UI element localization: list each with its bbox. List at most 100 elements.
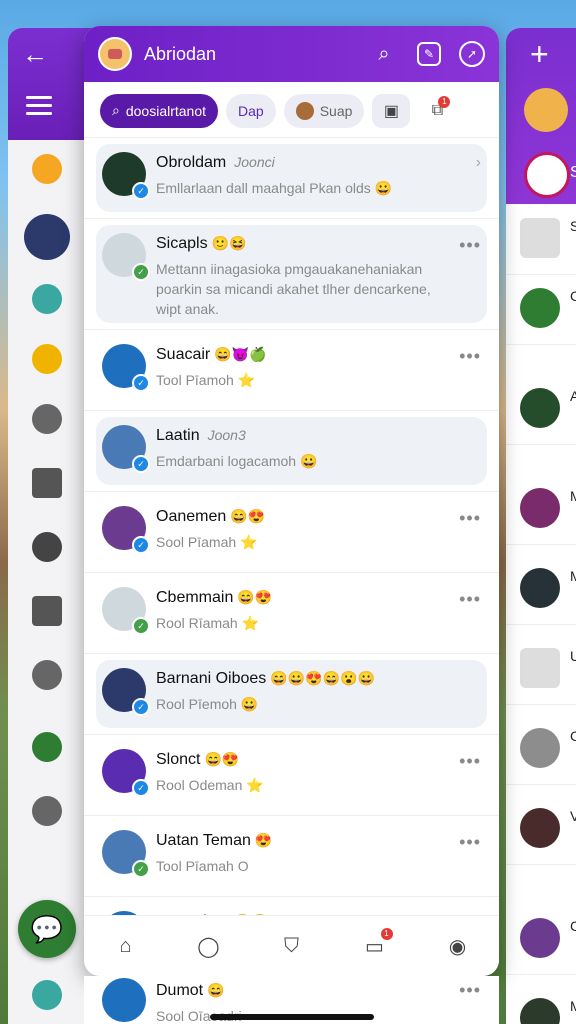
more-options-icon[interactable]: ••• — [459, 235, 481, 256]
search-chip-label: doosialrtanot — [125, 102, 207, 119]
chat-list-item[interactable]: ✓ Suacair 😄😈🍏 Tool Pīamoh ⭐ ••• — [84, 330, 499, 411]
right-list-item[interactable]: C — [506, 714, 576, 785]
chat-name: Laatin Joon3 — [156, 427, 246, 444]
chat-list-item[interactable]: ✓Vour Figar😄😄Root Eīamih ⭐••• — [84, 897, 499, 916]
chat-list-item[interactable]: ✓ Barnani Oiboes 😄😀😍😄😮😀 Rool Pīemoh 😀 — [84, 654, 499, 735]
arrow-left-icon[interactable]: ← — [22, 40, 48, 68]
chat-name: Uatan Teman 😍 — [156, 832, 273, 849]
chat-bubble-icon[interactable]: ◯ — [191, 928, 227, 964]
chevron-right-icon[interactable]: › — [476, 154, 481, 172]
new-chat-fab[interactable]: 💬 — [18, 900, 76, 958]
filter-chip[interactable]: Dap — [226, 93, 276, 128]
avatar[interactable] — [24, 214, 70, 260]
chat-name: Sicapls 🙂😆 — [156, 235, 247, 252]
verified-check-icon: ✓ — [132, 455, 150, 473]
chat-preview: Mettann iinagasioka pmgauakanehaniakan p… — [156, 261, 431, 317]
folder-icon[interactable] — [32, 468, 62, 498]
chat-list-item[interactable]: ✓ Obroldam Joonci Emllarlaan dall maahgal P… — [84, 138, 499, 219]
chat-name: Obroldam Joonci — [156, 154, 275, 171]
right-list-item[interactable]: M — [506, 474, 576, 545]
verified-check-icon: ✓ — [132, 779, 150, 797]
leaf-icon[interactable] — [32, 980, 62, 1010]
right-panel: + S S C A M M U C V C M — [506, 28, 576, 1024]
right-list-item[interactable]: A — [506, 374, 576, 445]
pin-icon[interactable] — [32, 532, 62, 562]
right-list-item[interactable]: V — [506, 794, 576, 865]
verified-check-icon: ✓ — [132, 182, 150, 200]
filter-chip[interactable]: Suap — [283, 93, 365, 128]
chat-preview: Emdarbani logacamoh 😀 — [156, 453, 318, 469]
badge-icon[interactable] — [32, 732, 62, 762]
more-options-icon[interactable]: ••• — [459, 832, 481, 853]
bag-icon[interactable]: ⧉ 1 — [418, 94, 456, 128]
more-options-icon[interactable]: ••• — [459, 751, 481, 772]
avatar[interactable] — [524, 88, 568, 132]
bottom-tab-bar: ⌂ ◯ ⛉ ▭ 1 ◉ — [84, 915, 499, 976]
chat-list: ✓ Obroldam Joonci Emllarlaan dall maahgal P… — [84, 138, 499, 916]
tools-icon[interactable] — [32, 660, 62, 690]
chat-list-item[interactable]: ✓ Laatin Joon3 Emdarbani logacamoh 😀 — [84, 411, 499, 492]
chat-preview: Emllarlaan dall maahgal Pkan olds 😀 — [156, 180, 393, 196]
chat-preview: Rool Pīemoh 😀 — [156, 696, 259, 712]
tools-icon[interactable] — [32, 796, 62, 826]
chat-list-item[interactable]: ✓ Slonct 😄😍 Rool Odeman ⭐ ••• — [84, 735, 499, 816]
verified-check-icon: ✓ — [132, 263, 150, 281]
shield-check-icon[interactable]: ⛉ — [274, 928, 310, 964]
chat-list-item[interactable]: ✓ Uatan Teman 😍 Tool Pīamah O ••• — [84, 816, 499, 897]
right-list-item[interactable]: M — [506, 984, 576, 1024]
compass-icon[interactable]: ➚ — [459, 41, 485, 67]
message-bubble — [96, 417, 487, 485]
search-icon[interactable]: ⌕ — [369, 39, 399, 69]
right-list-item[interactable]: U — [506, 634, 576, 705]
hamburger-menu-icon[interactable] — [26, 96, 52, 120]
page-title: Abriodan — [144, 43, 217, 64]
chat-list-item[interactable]: ✓ Sicapls 🙂😆 Mettann iinagasioka pmgauakane… — [84, 219, 499, 330]
app-logo — [98, 37, 132, 71]
sun-icon[interactable] — [32, 344, 62, 374]
right-list-item[interactable]: M — [506, 554, 576, 625]
list-icon[interactable] — [32, 596, 62, 626]
more-options-icon[interactable]: ••• — [459, 346, 481, 367]
tools-icon[interactable] — [32, 404, 62, 434]
filter-bar: ⌕ doosialrtanot Dap Suap ▣ ⧉ 1 — [84, 82, 499, 138]
app-header: Abriodan ⌕ ✎ ➚ — [84, 26, 499, 82]
message-bubble-icon: 💬 — [30, 913, 64, 944]
profile-icon[interactable]: ◉ — [440, 928, 476, 964]
right-header-label: S — [570, 164, 576, 181]
chat-list-item[interactable]: ✓ Oanemen 😄😍 Sool Pīamah ⭐ ••• — [84, 492, 499, 573]
verified-check-icon: ✓ — [132, 536, 150, 554]
home-icon[interactable]: ⌂ — [108, 928, 144, 964]
verified-check-icon: ✓ — [132, 374, 150, 392]
edit-icon[interactable]: ✎ — [417, 42, 441, 66]
notification-badge: 1 — [438, 95, 451, 108]
notification-badge: 1 — [380, 928, 393, 940]
right-list-item[interactable]: C — [506, 904, 576, 975]
plus-icon[interactable]: + — [530, 38, 549, 70]
right-list-item[interactable]: S — [506, 204, 576, 275]
leaf-icon[interactable] — [32, 284, 62, 314]
more-options-icon[interactable]: ••• — [459, 980, 481, 1001]
search-chip[interactable]: ⌕ doosialrtanot — [100, 93, 219, 128]
emoji-avatar-icon[interactable] — [32, 154, 62, 184]
avatar — [295, 101, 314, 120]
chat-name: Barnani Oiboes 😄😀😍😄😮😀 — [156, 670, 375, 687]
message-bubble — [96, 144, 487, 212]
chat-preview: Rool Rīamah ⭐ — [156, 615, 260, 631]
chat-list-item[interactable]: ✓ Cbemmain 😄😍 Rool Rīamah ⭐ ••• — [84, 573, 499, 654]
right-list-item[interactable]: C — [506, 274, 576, 345]
home-indicator — [210, 1014, 374, 1020]
clipboard-icon[interactable]: ▣ — [372, 93, 411, 128]
chat-name: Slonct 😄😍 — [156, 751, 240, 768]
more-options-icon[interactable]: ••• — [459, 589, 481, 610]
verified-check-icon: ✓ — [132, 860, 150, 878]
notification-icon[interactable]: ▭ 1 — [357, 928, 393, 964]
more-options-icon[interactable]: ••• — [459, 508, 481, 529]
chat-name: Cbemmain 😄😍 — [156, 589, 273, 606]
chat-preview: Tool Pīamah O — [156, 858, 249, 874]
verified-check-icon: ✓ — [132, 698, 150, 716]
search-icon: ⌕ — [112, 102, 120, 118]
chat-filter-icon[interactable] — [524, 152, 570, 198]
chat-preview: Rool Odeman ⭐ — [156, 777, 264, 793]
main-chat-window: Abriodan ⌕ ✎ ➚ ⌕ doosialrtanot Dap Suap … — [84, 26, 499, 976]
chat-name: Suacair 😄😈🍏 — [156, 346, 267, 363]
